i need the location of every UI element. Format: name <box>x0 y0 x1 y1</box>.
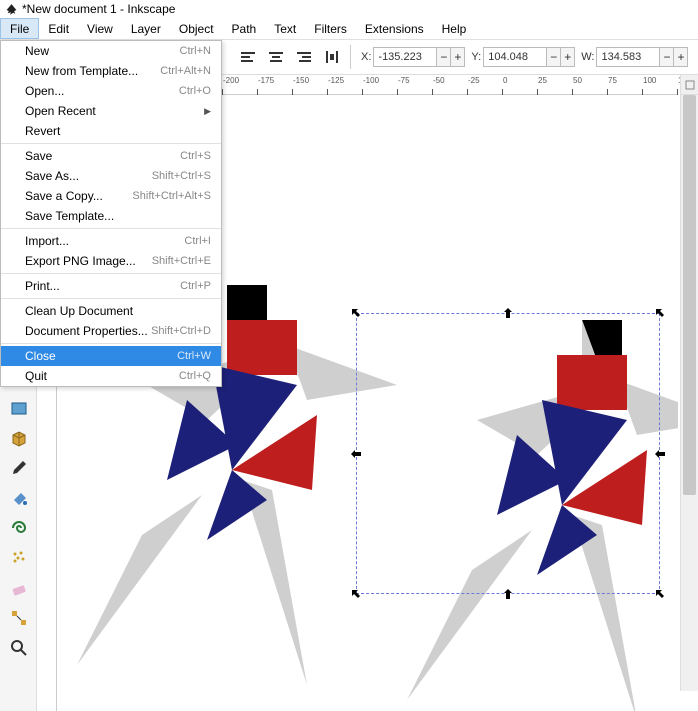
x-minus[interactable]: − <box>437 47 451 67</box>
selection-handle-e[interactable] <box>654 448 666 460</box>
x-input[interactable]: -135.223 <box>373 47 437 67</box>
selection-handle-n[interactable] <box>502 307 514 319</box>
menu-item-document-properties[interactable]: Document Properties...Shift+Ctrl+D <box>1 321 221 341</box>
menu-item-revert[interactable]: Revert <box>1 121 221 141</box>
menu-item-new-from-template[interactable]: New from Template...Ctrl+Alt+N <box>1 61 221 81</box>
menu-item-print[interactable]: Print...Ctrl+P <box>1 276 221 296</box>
align-right-button[interactable] <box>292 45 316 69</box>
menu-item-new[interactable]: NewCtrl+N <box>1 41 221 61</box>
menu-edit[interactable]: Edit <box>39 18 78 39</box>
menu-item-import[interactable]: Import...Ctrl+I <box>1 231 221 251</box>
menu-filters[interactable]: Filters <box>305 18 356 39</box>
selection-handle-w[interactable] <box>350 448 362 460</box>
dropper-tool[interactable] <box>0 453 37 483</box>
rectangle-tool[interactable] <box>0 393 37 423</box>
menu-item-clean-up-document[interactable]: Clean Up Document <box>1 301 221 321</box>
ruler-corner[interactable] <box>680 75 698 95</box>
menu-item-open-recent[interactable]: Open Recent▶ <box>1 101 221 121</box>
selection-handle-sw[interactable] <box>350 588 362 600</box>
menu-item-save-template[interactable]: Save Template... <box>1 206 221 226</box>
align-hcenter-button[interactable] <box>264 45 288 69</box>
menu-item-open[interactable]: Open...Ctrl+O <box>1 81 221 101</box>
window-title: *New document 1 - Inkscape <box>22 2 175 16</box>
inkscape-logo-icon <box>4 2 18 16</box>
spray-tool[interactable] <box>0 543 37 573</box>
w-minus[interactable]: − <box>660 47 674 67</box>
selection-bounds[interactable] <box>356 313 660 594</box>
menu-item-export-png-image[interactable]: Export PNG Image...Shift+Ctrl+E <box>1 251 221 271</box>
w-input[interactable]: 134.583 <box>596 47 660 67</box>
menu-view[interactable]: View <box>78 18 122 39</box>
menu-item-save-as[interactable]: Save As...Shift+Ctrl+S <box>1 166 221 186</box>
x-plus[interactable]: + <box>451 47 465 67</box>
y-input[interactable]: 104.048 <box>483 47 547 67</box>
connector-tool[interactable] <box>0 603 37 633</box>
menu-extensions[interactable]: Extensions <box>356 18 433 39</box>
y-minus[interactable]: − <box>547 47 561 67</box>
title-bar: *New document 1 - Inkscape <box>0 0 698 18</box>
menu-object[interactable]: Object <box>170 18 223 39</box>
menu-item-save-a-copy[interactable]: Save a Copy...Shift+Ctrl+Alt+S <box>1 186 221 206</box>
fill-tool[interactable] <box>0 483 37 513</box>
menu-item-save[interactable]: SaveCtrl+S <box>1 146 221 166</box>
selection-handle-ne[interactable] <box>654 307 666 319</box>
menu-path[interactable]: Path <box>223 18 266 39</box>
x-label: X: <box>361 51 371 63</box>
menu-help[interactable]: Help <box>433 18 476 39</box>
scrollbar-thumb[interactable] <box>683 95 696 495</box>
w-plus[interactable]: + <box>674 47 688 67</box>
y-label: Y: <box>471 51 481 63</box>
spiral-tool[interactable] <box>0 513 37 543</box>
eraser-tool[interactable] <box>0 573 37 603</box>
align-distribute-button[interactable] <box>320 45 344 69</box>
menu-file[interactable]: File <box>0 18 39 39</box>
selection-handle-s[interactable] <box>502 588 514 600</box>
zoom-magnifier[interactable] <box>0 633 37 663</box>
file-menu-dropdown: NewCtrl+NNew from Template...Ctrl+Alt+NO… <box>0 40 222 387</box>
w-label: W: <box>581 51 594 63</box>
menu-layer[interactable]: Layer <box>122 18 170 39</box>
menu-item-quit[interactable]: QuitCtrl+Q <box>1 366 221 386</box>
menu-item-close[interactable]: CloseCtrl+W <box>1 346 221 366</box>
selection-handle-se[interactable] <box>654 588 666 600</box>
y-plus[interactable]: + <box>561 47 575 67</box>
vertical-scrollbar[interactable] <box>680 95 698 691</box>
align-left-button[interactable] <box>236 45 260 69</box>
selection-handle-nw[interactable] <box>350 307 362 319</box>
threed-box-tool[interactable] <box>0 423 37 453</box>
menu-text[interactable]: Text <box>265 18 305 39</box>
menu-bar: File Edit View Layer Object Path Text Fi… <box>0 18 698 40</box>
